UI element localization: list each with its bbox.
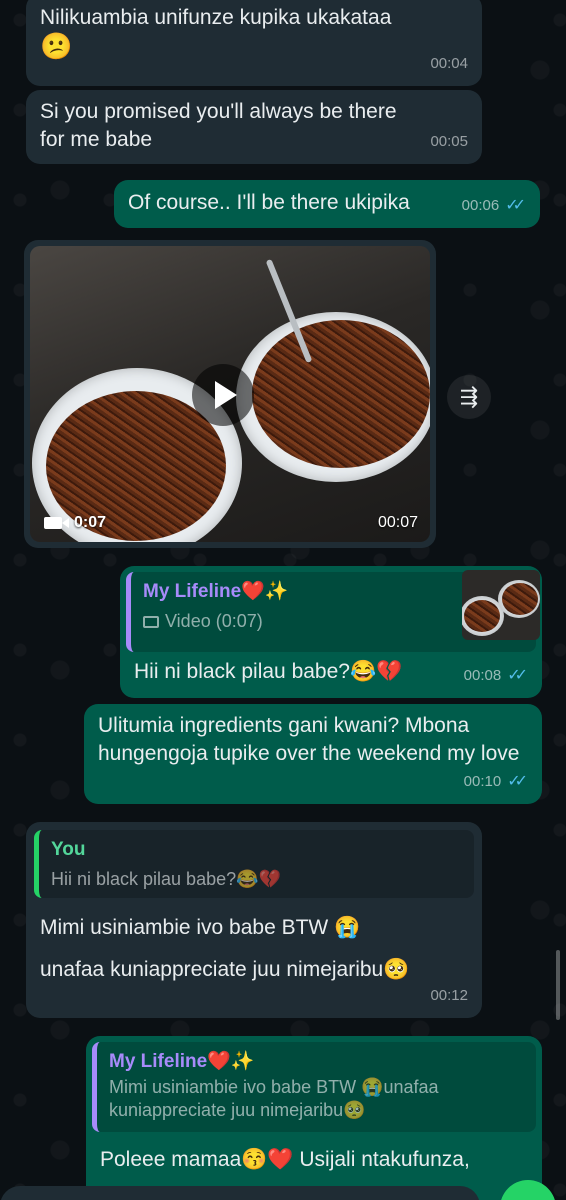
play-icon[interactable] [192,364,254,426]
quoted-message[interactable]: My Lifeline❤️✨ Mimi usiniambie ivo babe … [92,1042,536,1132]
forward-icon[interactable]: ⇶ [447,375,491,419]
message-text: Nilikuambia unifunze kupika ukakataa [40,6,392,29]
message-bubble-incoming[interactable]: You Hii ni black pilau babe?😂💔 Mimi usin… [26,822,482,1018]
double-check-icon: ✓✓ [507,773,528,790]
quoted-text: Hii ni black pilau babe?😂💔 [51,869,281,889]
quoted-author: You [51,839,86,860]
message-input-bar[interactable] [0,1186,480,1200]
video-duration: 0:07 [44,514,106,532]
video-camera-icon [44,517,69,529]
message-bubble-outgoing[interactable]: My Lifeline❤️✨ Mimi usiniambie ivo babe … [86,1036,542,1200]
quoted-message[interactable]: You Hii ni black pilau babe?😂💔 [34,830,474,898]
message-text: Si you promised you'll always be there f… [40,100,397,151]
video-camera-icon [143,615,159,628]
message-time: 00:06 [461,197,500,214]
message-bubble-incoming[interactable]: Nilikuambia unifunze kupika ukakataa 😕 0… [26,0,482,86]
quoted-message[interactable]: My Lifeline❤️✨ Video (0:07) [126,570,540,652]
message-text: unafaa kuniappreciate juu nimejaribu🥺 [40,958,410,981]
double-check-icon: ✓✓ [507,667,528,684]
message-time: 00:10 [463,773,502,790]
message-text: Poleee mamaa😚❤️ Usijali ntakufunza, [100,1148,470,1171]
message-video-incoming[interactable]: 0:07 00:07 [24,240,436,548]
message-time: 00:04 [430,55,468,72]
quoted-text: Mimi usiniambie ivo babe BTW 😭unafaa kun… [109,1077,439,1120]
message-time: 00:07 [377,514,418,531]
message-time: 00:12 [430,987,468,1004]
double-check-icon: ✓✓ [505,197,526,214]
message-text: Hii ni black pilau babe?😂💔 [134,660,403,683]
scrollbar-thumb[interactable] [556,950,560,1020]
message-text: Mimi usiniambie ivo babe BTW 😭 [40,916,361,939]
message-bubble-outgoing[interactable]: My Lifeline❤️✨ Video (0:07) Hii ni black… [120,566,542,698]
food-image [252,320,430,468]
message-time: 00:08 [463,667,502,684]
message-text: Of course.. I'll be there ukipika [128,191,410,214]
message-bubble-outgoing[interactable]: Ulitumia ingredients gani kwani? Mbona h… [84,704,542,804]
video-thumbnail[interactable]: 0:07 00:07 [30,246,430,542]
message-time: 00:05 [430,133,468,150]
message-bubble-incoming[interactable]: Si you promised you'll always be there f… [26,90,482,164]
message-text: Ulitumia ingredients gani kwani? Mbona h… [98,714,520,765]
message-emoji: 😕 [40,31,73,61]
quoted-author: My Lifeline❤️✨ [109,1051,255,1072]
quoted-video-thumbnail [462,570,540,640]
message-bubble-outgoing[interactable]: Of course.. I'll be there ukipika 00:06 … [114,180,540,228]
